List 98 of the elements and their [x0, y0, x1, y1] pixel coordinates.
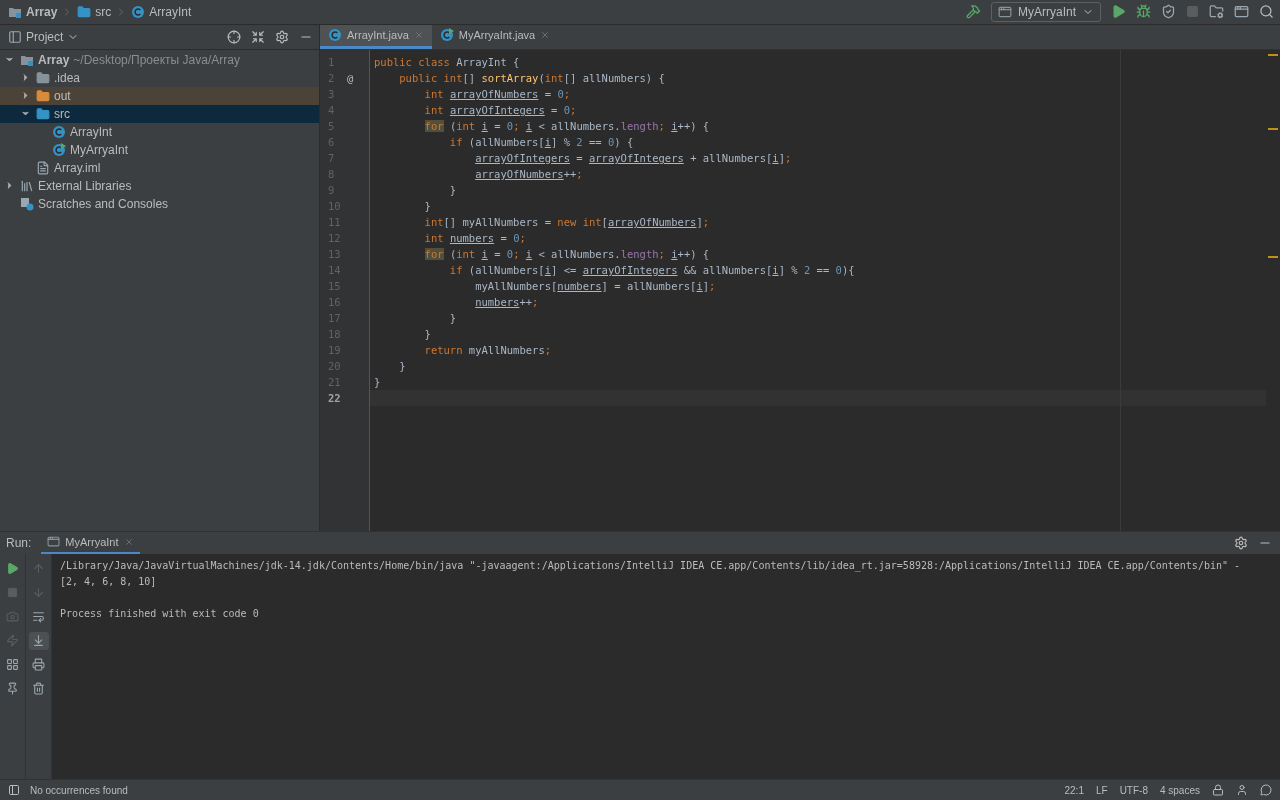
class-icon — [131, 4, 146, 19]
tree-item[interactable]: Scratches and Consoles — [0, 194, 319, 213]
rerun-icon[interactable] — [6, 562, 19, 576]
class-icon — [52, 124, 66, 139]
library-icon — [20, 178, 34, 193]
code-line: public int[] sortArray(int[] allNumbers) { — [398, 70, 666, 86]
tree-item[interactable]: External Libraries — [0, 176, 319, 195]
runnable-class-icon — [52, 142, 66, 157]
layout-icon[interactable] — [6, 658, 19, 672]
pin-icon[interactable] — [6, 682, 19, 696]
terminal-icon[interactable] — [1234, 4, 1249, 20]
code-line: return myAllNumbers; — [423, 342, 553, 358]
code-line: for (int i = 0; i < allNumbers.length; i++) { — [423, 246, 711, 262]
scroll-to-end-icon — [32, 634, 45, 648]
project-structure-icon[interactable] — [1209, 4, 1224, 20]
code-line: for (int i = 0; i < allNumbers.length; i++) { — [423, 118, 711, 134]
code-line: if (allNumbers[i] <= arrayOfIntegers && allNumbers[i] % 2 == 0){ — [448, 262, 856, 278]
folder-icon — [36, 70, 50, 85]
inspector-icon[interactable] — [1236, 784, 1248, 796]
tree-item-label: ArrayInt — [70, 124, 112, 139]
tree-item[interactable]: ArrayInt — [0, 122, 319, 141]
scroll-to-end-button[interactable] — [28, 631, 49, 650]
tree-item-label: External Libraries — [38, 178, 132, 193]
file-icon — [36, 160, 50, 175]
tree-item-label: Array — [38, 52, 70, 67]
code-line: } — [373, 374, 382, 390]
tree-item-label: .idea — [54, 70, 81, 85]
warning-stripe[interactable] — [1268, 127, 1278, 130]
run-icon[interactable] — [1111, 4, 1126, 20]
status-item[interactable]: 4 spaces — [1159, 784, 1200, 796]
tree-item-label: Array.iml — [54, 160, 101, 175]
collapse-all-icon[interactable] — [251, 29, 265, 44]
hammer-icon[interactable] — [966, 4, 981, 20]
status-item[interactable]: UTF-8 — [1119, 784, 1148, 796]
code-line: int[] myAllNumbers = new int[arrayOfNumbers]; — [423, 214, 711, 230]
path-hint: ~/Desktop/Проекты Java/Array — [73, 52, 240, 67]
code-line: } — [398, 358, 407, 374]
code-line: myAllNumbers[numbers] = allNumbers[i]; — [474, 278, 717, 294]
editor-tab[interactable]: MyArryaInt.java — [431, 24, 559, 49]
tree-item-label: out — [54, 88, 71, 103]
project-view-dropdown[interactable]: Project — [8, 29, 80, 44]
code-line: int arrayOfNumbers = 0; — [423, 86, 572, 102]
folder-icon — [77, 4, 92, 19]
override-marker[interactable]: @ — [347, 71, 354, 84]
code-line: } — [423, 198, 432, 214]
code-line: int arrayOfIntegers = 0; — [423, 102, 578, 118]
code-line: } — [448, 182, 458, 198]
console-line: Process finished with exit code 0 — [60, 606, 260, 621]
line-number: 22 — [328, 391, 341, 404]
tree-item-label: Scratches and Consoles — [38, 196, 169, 211]
class-icon — [328, 28, 342, 43]
tree-item[interactable]: .idea — [0, 68, 319, 87]
breadcrumb[interactable]: src — [77, 4, 112, 19]
window-icon — [998, 4, 1012, 19]
tree-item[interactable]: Array ~/Desktop/Проекты Java/Array — [0, 50, 319, 69]
run-configuration-dropdown[interactable]: MyArryaInt — [991, 1, 1101, 22]
warning-stripe[interactable] — [1268, 255, 1278, 258]
scratch-icon — [20, 196, 34, 211]
tree-item[interactable]: out — [0, 86, 319, 105]
code-line: if (allNumbers[i] % 2 == 0) { — [448, 134, 635, 150]
code-line: } — [448, 310, 458, 326]
code-line: public class ArrayInt { — [373, 54, 521, 70]
coverage-icon[interactable] — [1161, 4, 1176, 20]
settings-icon[interactable] — [1234, 535, 1248, 550]
tree-item-label: MyArryaInt — [70, 142, 128, 157]
print-icon[interactable] — [32, 658, 45, 672]
tree-item[interactable]: Array.iml — [0, 158, 319, 177]
bug-icon[interactable] — [1136, 4, 1151, 20]
breadcrumb[interactable]: ArrayInt — [131, 4, 192, 19]
trash-icon[interactable] — [32, 682, 45, 696]
soft-wrap-icon[interactable] — [32, 610, 45, 624]
console-line: [2, 4, 6, 8, 10] — [60, 574, 158, 589]
status-message: No occurrences found — [30, 784, 128, 796]
search-icon[interactable] — [1259, 4, 1274, 20]
code-line: numbers++; — [474, 294, 540, 310]
lock-icon[interactable] — [1212, 784, 1224, 796]
panel-toggle-icon[interactable] — [8, 784, 20, 796]
settings-icon[interactable] — [275, 29, 289, 44]
warning-stripe[interactable] — [1268, 53, 1278, 56]
event-log-icon[interactable] — [1260, 784, 1272, 796]
locate-icon[interactable] — [227, 29, 241, 44]
tree-item-label: src — [54, 106, 70, 121]
window-icon — [47, 535, 61, 549]
code-line: } — [423, 326, 432, 342]
code-line: arrayOfIntegers = arrayOfIntegers + allNumbers[i]; — [474, 150, 793, 166]
runnable-class-icon — [439, 28, 454, 43]
console-line: /Library/Java/JavaVirtualMachines/jdk-14.jdk/Contents/Home/bin/java "-javaagent:/Applications/IntelliJ IDEA CE.app/Contents/lib/idea_rt.jar=58928:/Applications/IntelliJ IDEA CE.app/Contents/bin" - — [60, 558, 1241, 574]
tree-item[interactable]: MyArryaInt — [0, 140, 319, 159]
code-line: int numbers = 0; — [423, 230, 527, 246]
folder-icon — [36, 106, 50, 121]
panel-icon — [8, 29, 22, 44]
code-line: arrayOfNumbers++; — [474, 166, 584, 182]
status-item[interactable]: LF — [1095, 784, 1108, 796]
status-item[interactable]: 22:1 — [1064, 784, 1084, 796]
folder-icon — [36, 88, 50, 103]
breadcrumb[interactable]: Array — [8, 4, 58, 19]
run-label: Run: — [6, 535, 32, 550]
editor-tab[interactable]: ArrayInt.java — [320, 24, 432, 49]
